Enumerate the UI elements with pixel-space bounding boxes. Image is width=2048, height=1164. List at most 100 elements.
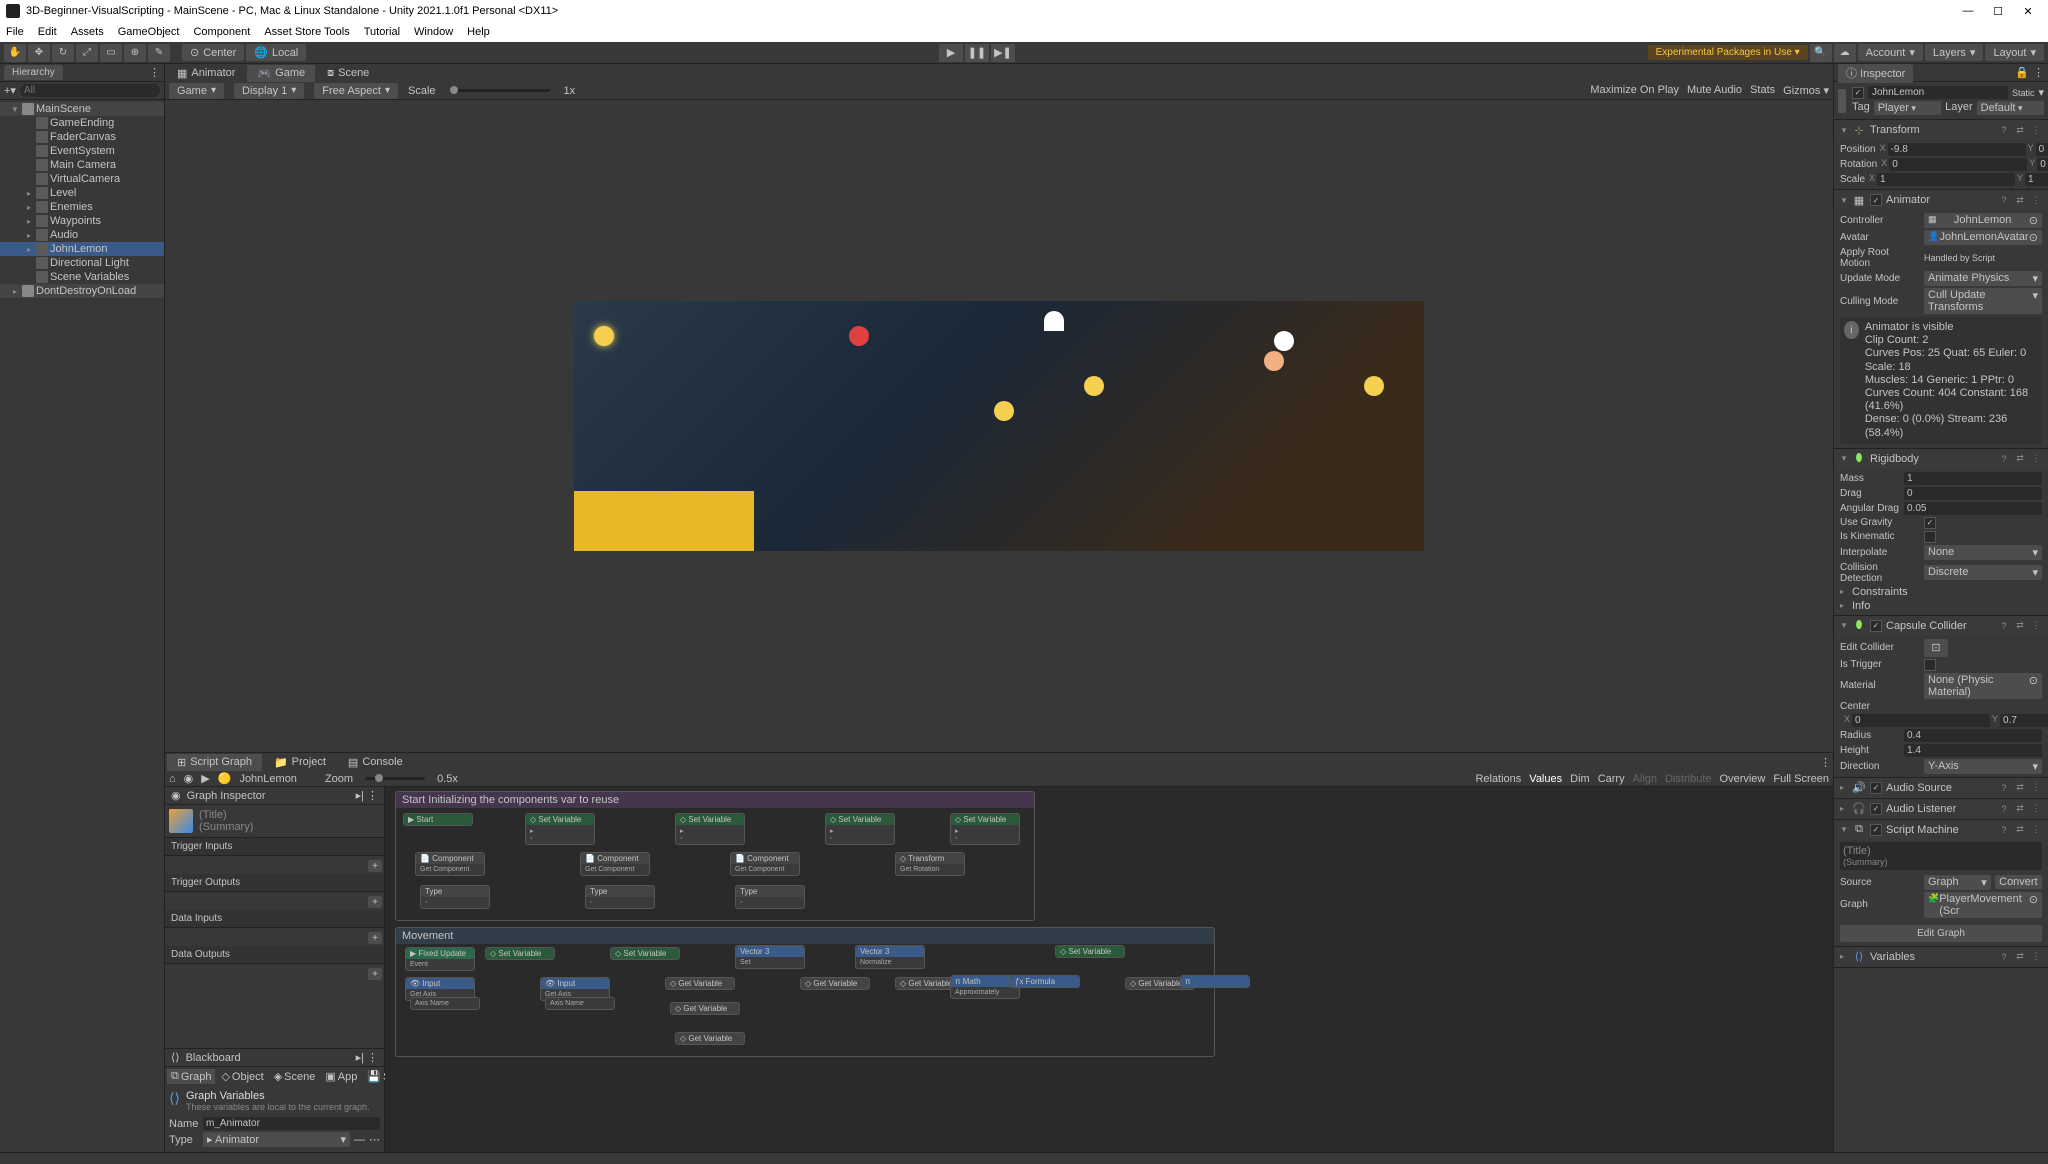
maximize-button[interactable]: ☐	[1984, 1, 2012, 21]
hierarchy-item[interactable]: ▸JohnLemon	[0, 242, 164, 256]
avatar-field[interactable]: 👤 JohnLemonAvatar⊙	[1924, 230, 2042, 245]
variables-header[interactable]: ▸⟨⟩Variables?⇄⋮	[1834, 947, 2048, 967]
graph-node[interactable]: ƒx Formula	[1010, 975, 1080, 988]
audio-listener-header[interactable]: ▸🎧✓Audio Listener?⇄⋮	[1834, 799, 2048, 819]
tab-script-graph[interactable]: ⊞Script Graph	[167, 754, 262, 771]
graph-nav-forward-icon[interactable]: ▶	[201, 772, 209, 785]
menu-assets[interactable]: Assets	[71, 26, 104, 38]
close-button[interactable]: ✕	[2014, 1, 2042, 21]
hierarchy-item[interactable]: Main Camera	[0, 158, 164, 172]
transform-header[interactable]: ▼⊹ Transform ? ⇄ ⋮	[1834, 120, 2048, 140]
source-dropdown[interactable]: Graph▾	[1924, 875, 1991, 890]
hierarchy-tab[interactable]: Hierarchy	[4, 65, 63, 80]
preset-icon[interactable]: ⇄	[2014, 124, 2026, 136]
script-machine-header[interactable]: ▼⧉ ✓ Script Machine ?⇄⋮	[1834, 820, 2048, 840]
graph-node[interactable]: 📄 ComponentGet Component	[580, 852, 650, 876]
maximize-on-play[interactable]: Maximize On Play	[1590, 84, 1679, 97]
display-dropdown[interactable]: Display 1 ▾	[234, 83, 304, 99]
menu-component[interactable]: Component	[193, 26, 250, 38]
step-button[interactable]: ▶❚	[991, 44, 1015, 62]
rot-x-input[interactable]	[1889, 158, 2027, 171]
experimental-packages-banner[interactable]: Experimental Packages in Use ▾	[1648, 45, 1808, 60]
graph-node[interactable]: ◇ Set Variable▸◦	[675, 813, 745, 845]
graph-node[interactable]: ◇ Set Variable▸◦	[825, 813, 895, 845]
add-icon[interactable]: +▾	[4, 84, 16, 97]
graph-node[interactable]: Vector 3Normalize	[855, 945, 925, 969]
graph-node[interactable]: ◇ Set Variable	[485, 947, 555, 960]
sm-summary[interactable]: (Summary)	[1843, 857, 2039, 867]
menu-icon[interactable]: ⋮	[2030, 124, 2042, 136]
account-dropdown[interactable]: Account▾	[1858, 44, 1923, 61]
move-tool-button[interactable]: ✥	[28, 44, 50, 62]
height-input[interactable]	[1904, 744, 2042, 757]
hierarchy-options-icon[interactable]: ⋮	[149, 66, 160, 79]
add-trigger-output-button[interactable]: +	[368, 896, 382, 908]
hierarchy-item[interactable]: GameEnding	[0, 116, 164, 130]
graph-node[interactable]: Vector 3Set	[735, 945, 805, 969]
tab-animator[interactable]: ▦Animator	[167, 65, 245, 82]
var-options-button[interactable]: ⋯	[369, 1133, 380, 1146]
scale-y-input[interactable]	[2025, 173, 2048, 186]
aspect-dropdown[interactable]: Free Aspect ▾	[314, 83, 398, 99]
pivot-rotation-button[interactable]: 🌐Local	[246, 44, 306, 61]
rigidbody-header[interactable]: ▼⬮ Rigidbody ?⇄⋮	[1834, 449, 2048, 469]
scale-tool-button[interactable]: ⤢	[76, 44, 98, 62]
hierarchy-item[interactable]: FaderCanvas	[0, 130, 164, 144]
menu-gameobject[interactable]: GameObject	[118, 26, 180, 38]
menu-assetstore[interactable]: Asset Store Tools	[264, 26, 349, 38]
rect-tool-button[interactable]: ▭	[100, 44, 122, 62]
graph-title-placeholder[interactable]: (Title)	[199, 809, 253, 821]
remove-var-button[interactable]: —	[354, 1134, 365, 1146]
var-type-dropdown[interactable]: ▸ Animator▾	[203, 1132, 350, 1147]
interpolate-dropdown[interactable]: None▾	[1924, 545, 2042, 560]
capsule-header[interactable]: ▼⬮ ✓ Capsule Collider ?⇄⋮	[1834, 616, 2048, 636]
physic-material-field[interactable]: None (Physic Material)⊙	[1924, 673, 2042, 699]
graph-node[interactable]: ◇ Set Variable▸◦	[950, 813, 1020, 845]
graph-asset-field[interactable]: 🧩PlayerMovement (Scr⊙	[1924, 892, 2042, 918]
hierarchy-item[interactable]: EventSystem	[0, 144, 164, 158]
tab-console[interactable]: ▤Console	[338, 754, 413, 771]
add-data-input-button[interactable]: +	[368, 932, 382, 944]
gravity-checkbox[interactable]: ✓	[1924, 517, 1936, 529]
convert-button[interactable]: Convert	[1995, 875, 2042, 889]
hierarchy-item[interactable]: ▸Level	[0, 186, 164, 200]
drag-input[interactable]	[1904, 487, 2042, 500]
scale-x-input[interactable]	[1877, 173, 2015, 186]
center-y-input[interactable]	[2000, 714, 2048, 727]
graph-node[interactable]: Axis Name	[545, 997, 615, 1010]
hierarchy-item[interactable]: ▸DontDestroyOnLoad	[0, 284, 164, 298]
rotate-tool-button[interactable]: ↻	[52, 44, 74, 62]
edit-graph-button[interactable]: Edit Graph	[1840, 925, 2042, 942]
gameobject-icon[interactable]	[1838, 89, 1846, 113]
animator-enable-checkbox[interactable]: ✓	[1870, 194, 1882, 206]
help-icon[interactable]: ?	[1998, 124, 2010, 136]
object-name-input[interactable]	[1868, 86, 2008, 99]
update-mode-dropdown[interactable]: Animate Physics▾	[1924, 271, 2042, 286]
hierarchy-item[interactable]: VirtualCamera	[0, 172, 164, 186]
hand-tool-button[interactable]: ✋	[4, 44, 26, 62]
graph-canvas[interactable]: Start Initializing the components var to…	[385, 787, 1833, 1152]
graph-nav-back-icon[interactable]: ◉	[184, 772, 194, 785]
hierarchy-item[interactable]: Directional Light	[0, 256, 164, 270]
opt-dim[interactable]: Dim	[1570, 773, 1590, 785]
mute-audio[interactable]: Mute Audio	[1687, 84, 1742, 97]
rot-y-input[interactable]	[2037, 158, 2048, 171]
menu-file[interactable]: File	[6, 26, 24, 38]
opt-fullscreen[interactable]: Full Screen	[1773, 773, 1829, 785]
search-button[interactable]: 🔍	[1810, 44, 1832, 62]
custom-tool-button[interactable]: ✎	[148, 44, 170, 62]
trigger-checkbox[interactable]	[1924, 659, 1936, 671]
layers-dropdown[interactable]: Layers▾	[1925, 44, 1984, 61]
opt-carry[interactable]: Carry	[1598, 773, 1625, 785]
opt-overview[interactable]: Overview	[1720, 773, 1766, 785]
edit-collider-button[interactable]: ⊡	[1924, 639, 1948, 657]
pause-button[interactable]: ❚❚	[965, 44, 989, 62]
add-data-output-button[interactable]: +	[368, 968, 382, 980]
direction-dropdown[interactable]: Y-Axis▾	[1924, 759, 2042, 774]
breadcrumb[interactable]: JohnLemon	[239, 773, 297, 785]
capsule-enable-checkbox[interactable]: ✓	[1870, 620, 1882, 632]
controller-field[interactable]: ▦ JohnLemon⊙	[1924, 213, 2042, 228]
opt-values[interactable]: Values	[1529, 773, 1562, 785]
graph-node[interactable]: ▶ Start	[403, 813, 473, 826]
hierarchy-item[interactable]: ▸Enemies	[0, 200, 164, 214]
